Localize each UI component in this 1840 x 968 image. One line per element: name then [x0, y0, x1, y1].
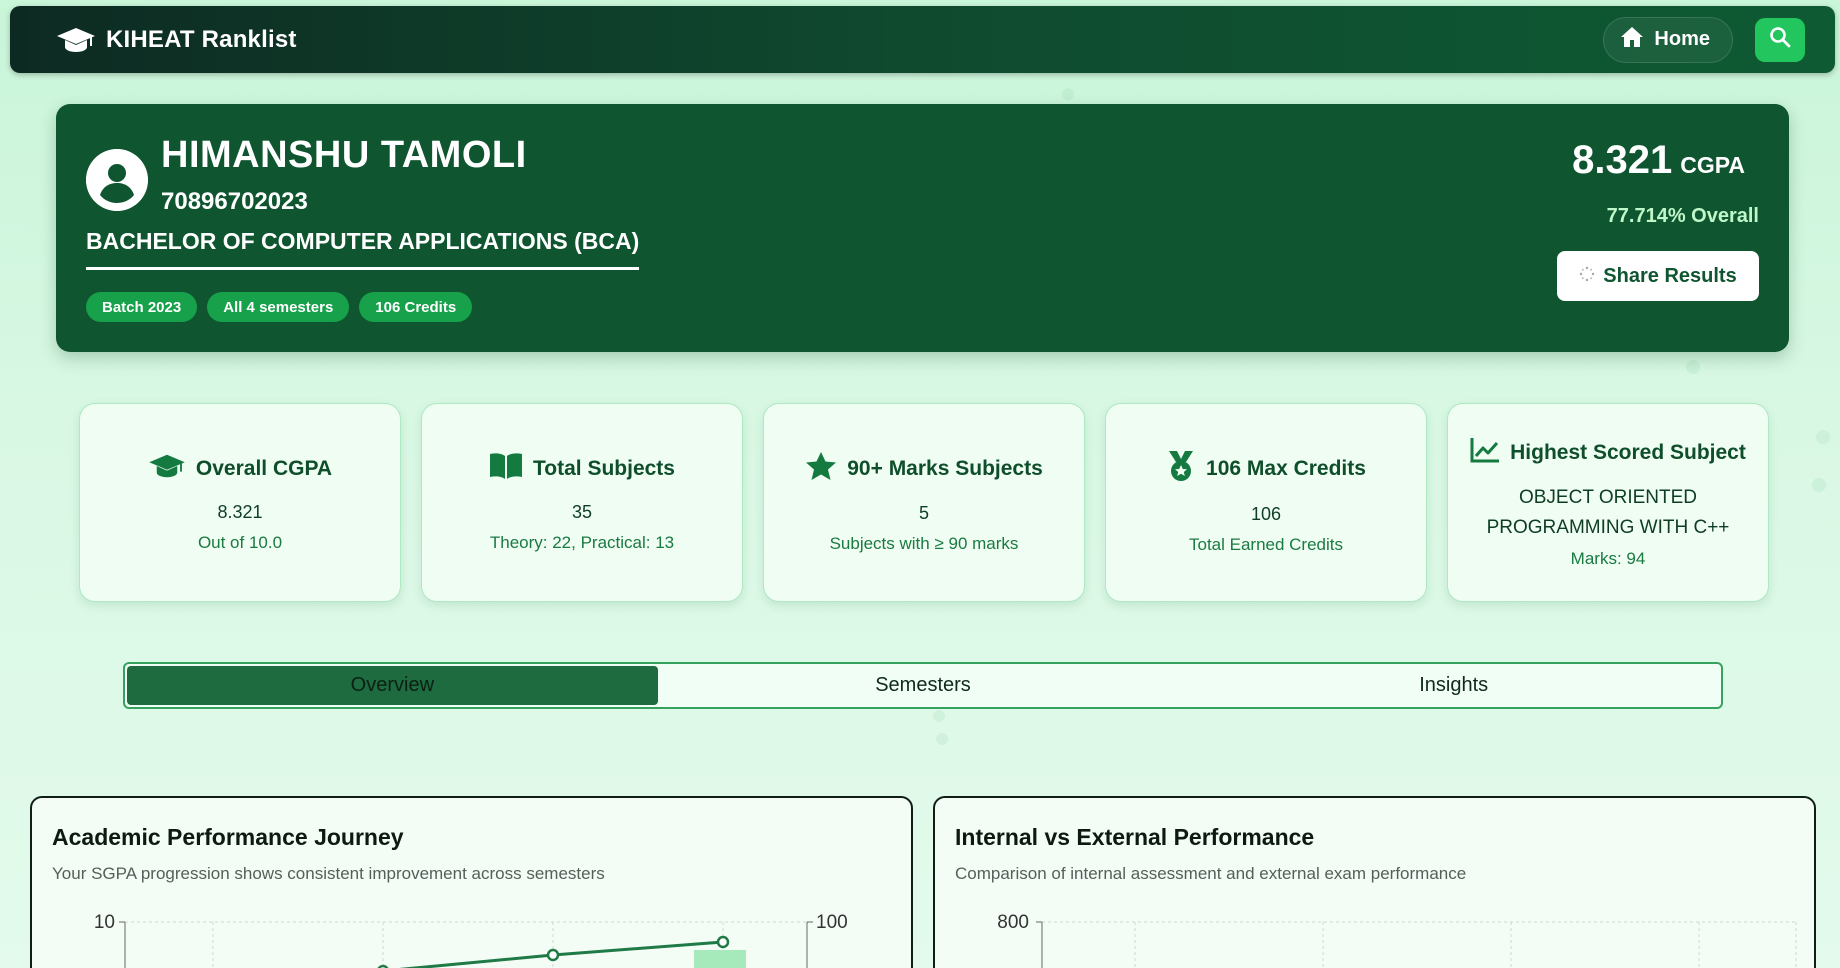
internal-external-chart: 800 [997, 912, 1797, 968]
chart-line-icon [1470, 437, 1500, 469]
graduation-cap-icon [56, 25, 96, 55]
cgpa-unit: CGPA [1680, 152, 1745, 178]
internal-external-panel: Internal vs External Performance Compari… [933, 796, 1816, 968]
share-results-button[interactable]: Share Results [1557, 251, 1759, 301]
stat-subtext: Out of 10.0 [197, 533, 283, 552]
academic-performance-panel: Academic Performance Journey Your SGPA p… [30, 796, 913, 968]
avatar-icon [86, 149, 148, 211]
batch-badge: Batch 2023 [86, 292, 198, 322]
bg-dot [1686, 360, 1700, 374]
stat-card-total-subjects: Total Subjects 35 Theory: 22, Practical:… [421, 403, 743, 602]
share-results-label: Share Results [1603, 264, 1737, 287]
star-icon [805, 451, 837, 487]
brand-title: KIHEAT Ranklist [106, 25, 297, 53]
stat-card-90-plus: 90+ Marks Subjects 5 Subjects with ≥ 90 … [763, 403, 1085, 602]
search-icon [1769, 26, 1791, 53]
top-navbar: KIHEAT Ranklist Home [10, 6, 1835, 73]
stat-title: Overall CGPA [195, 457, 333, 480]
stat-value: 8.321 [217, 502, 263, 522]
bg-dot [936, 733, 948, 745]
stat-title: 106 Max Credits [1206, 457, 1366, 480]
student-name: HIMANSHU TAMOLI [161, 134, 527, 176]
home-button[interactable]: Home [1603, 16, 1733, 63]
stat-title: Highest Scored Subject [1510, 440, 1746, 464]
sgpa-chart: 10 100 [94, 912, 848, 968]
search-button[interactable] [1755, 17, 1805, 62]
sgpa-point [716, 935, 730, 949]
bar-mark [694, 950, 746, 968]
stat-card-overall-cgpa: Overall CGPA 8.321 Out of 10.0 [79, 403, 401, 602]
tab-insights[interactable]: Insights [1188, 666, 1719, 705]
stat-subtext: Total Earned Credits [1188, 535, 1344, 554]
view-tabs: Overview Semesters Insights [123, 662, 1723, 709]
stat-subtext: Marks: 94 [1570, 548, 1646, 568]
semesters-badge: All 4 semesters [207, 292, 350, 322]
brand[interactable]: KIHEAT Ranklist [56, 25, 297, 55]
book-icon [489, 452, 523, 486]
stat-subtext: Subjects with ≥ 90 marks [829, 534, 1019, 553]
right-axis-tick: 100 [816, 912, 848, 933]
bg-dot [933, 710, 945, 722]
stats-row: Overall CGPA 8.321 Out of 10.0 Total Sub… [79, 403, 1769, 602]
stat-value: 5 [918, 503, 929, 523]
left-axis-tick: 10 [94, 912, 115, 933]
left-axis-tick: 800 [997, 912, 1029, 933]
overall-percentage: 77.714% Overall [1606, 205, 1759, 227]
stat-value: 106 [1250, 504, 1282, 524]
spinner-icon [1579, 265, 1595, 288]
stat-subtext: Theory: 22, Practical: 13 [489, 533, 675, 552]
bg-dot [1812, 478, 1826, 492]
stat-value: 35 [571, 502, 593, 522]
medal-icon [1166, 450, 1196, 488]
stat-title: Total Subjects [533, 457, 675, 480]
home-icon [1620, 26, 1644, 54]
stat-card-highest-subject: Highest Scored Subject OBJECT ORIENTED P… [1447, 403, 1769, 602]
bg-dot [1816, 430, 1830, 444]
highest-subject-name: OBJECT ORIENTED PROGRAMMING WITH C++ [1486, 486, 1730, 538]
graduation-cap-icon [148, 452, 186, 486]
credits-badge: 106 Credits [359, 292, 473, 322]
tab-overview[interactable]: Overview [127, 666, 658, 705]
cgpa-value: 8.321 [1572, 138, 1673, 182]
sgpa-point [546, 948, 560, 962]
stat-title: 90+ Marks Subjects [847, 457, 1043, 480]
student-course: BACHELOR OF COMPUTER APPLICATIONS (BCA) [86, 228, 640, 270]
home-label: Home [1654, 28, 1710, 50]
bg-dot [1062, 88, 1074, 100]
profile-card: HIMANSHU TAMOLI 70896702023 BACHELOR OF … [56, 104, 1789, 352]
tab-semesters[interactable]: Semesters [658, 666, 1189, 705]
cgpa-display: 8.321 CGPA [1572, 138, 1745, 183]
student-roll-number: 70896702023 [161, 188, 308, 215]
stat-card-max-credits: 106 Max Credits 106 Total Earned Credits [1105, 403, 1427, 602]
